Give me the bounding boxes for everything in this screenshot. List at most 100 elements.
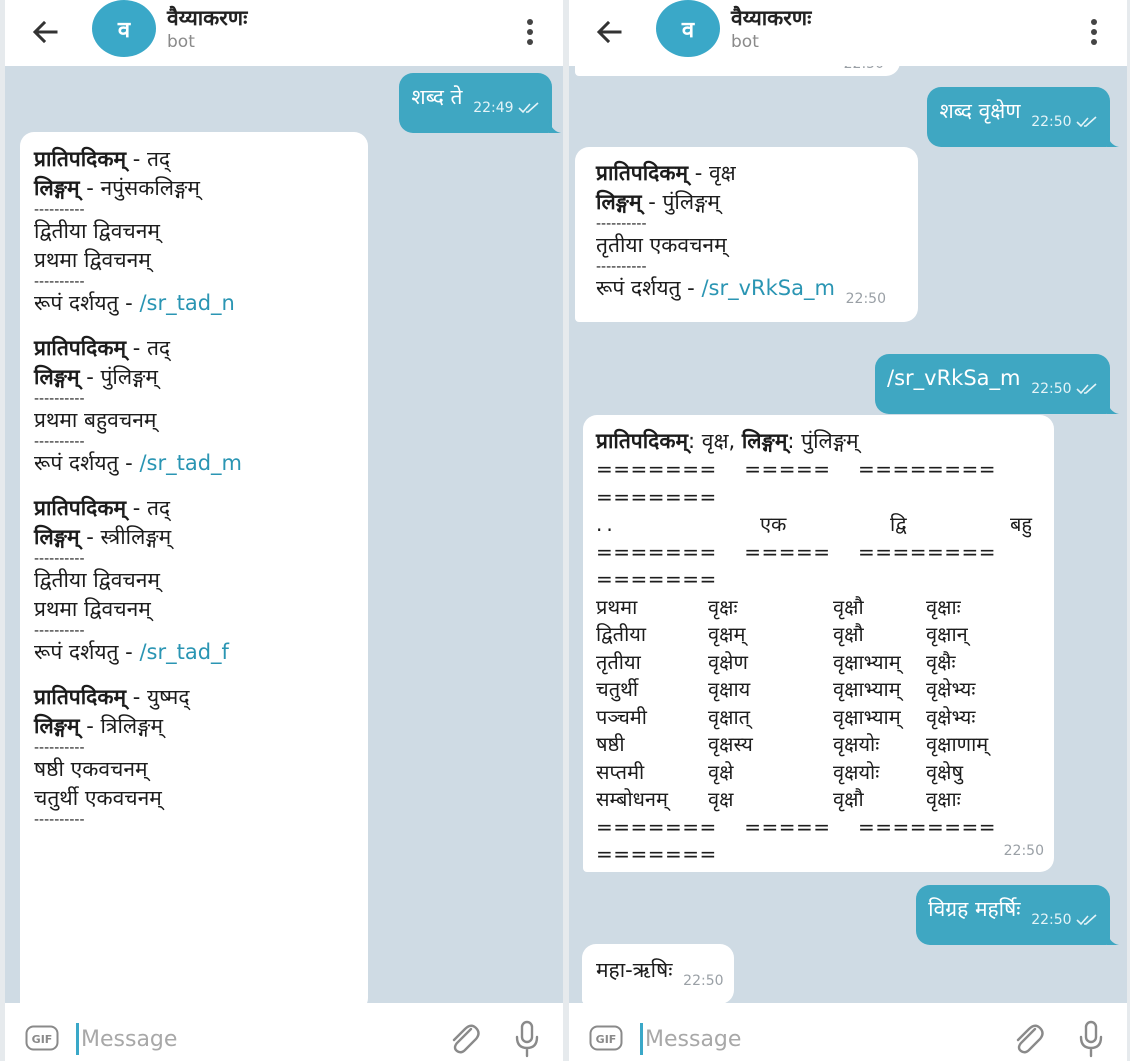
read-ticks-icon [1076,383,1097,395]
svg-text:GIF: GIF [596,1033,617,1046]
outgoing-message[interactable]: शब्द वृक्षेण 22:50 [927,87,1119,147]
message-composer: GIF [5,1003,563,1061]
stem-value: - तद् [126,147,171,171]
message-input[interactable] [79,1021,409,1057]
table-cell: वृक्षौ [833,787,864,811]
chat-pane-right: व वैय्याकरणः bot 22:50 शब्द वृक्षेण 22:5… [569,0,1127,1061]
form-label: तृतीया एकवचनम् [596,233,727,257]
gender-label: लिङ्गम् [596,190,642,214]
stem-label: प्रातिपदिकम् [34,147,127,171]
table-cell: वृक्षात् [708,704,751,729]
table-cell: वृक्षेभ्यः [926,677,976,701]
table-cell: वृक्षे [708,759,734,784]
command-link[interactable]: /sr_tad_f [139,640,228,664]
table-cell: वृक्षयोः [833,759,880,784]
declension-result: प्रातिपदिकम् - तद् लिङ्गम् - पुंलिङ्गम् --… [34,334,354,478]
separator: ---------- [596,216,647,232]
gender-value: - पुंलिङ्गम् [79,365,158,389]
form-label: द्वितीया द्विवचनम् [34,568,160,592]
message-list[interactable]: शब्द ते 22:49 प्रातिपदिकम् - तद् लिङ्गम् … [5,66,563,1003]
table-row: तृतीया वृक्षेण वृक्षाभ्याम् वृक्षैः [596,649,1040,677]
message-text: विग्रह महर्षिः [928,897,1021,921]
attach-icon[interactable] [447,1021,481,1057]
chat-subtitle: bot [731,32,759,52]
incoming-message[interactable]: प्रातिपदिकम् - तद् लिङ्गम् - नपुंसकलिङ्गम… [20,132,368,1003]
command-link[interactable]: /sr_tad_n [139,291,234,315]
command-link[interactable]: /sr_vRkSa_m [701,276,835,300]
message-time: 22:50 [1031,381,1098,397]
show-forms-label: रूपं दर्शयतु - [34,451,140,475]
chat-title[interactable]: वैय्याकरणः [731,4,811,32]
table-row: प्रथमा वृक्षः वृक्षौ वृक्षाः [596,594,1040,622]
chat-pane-left: व वैय्याकरणः bot शब्द ते 22:49 प्रातिपदि… [5,0,563,1061]
table-row: पञ्चमी वृक्षात् वृक्षाभ्याम् वृक्षेभ्यः [596,704,1040,732]
svg-text:GIF: GIF [32,1033,53,1046]
stem-label: प्रातिपदिकम् [596,429,689,453]
table-cell: वृक्षः [708,594,738,619]
table-cell: वृक्ष [708,787,734,811]
message-time: 22:50 [1031,912,1098,928]
declension-result: प्रातिपदिकम् - तद् लिङ्गम् - स्त्रीलिङ्गम… [34,494,354,667]
stem-label: प्रातिपदिकम् [34,496,127,520]
outgoing-message[interactable]: /sr_vRkSa_m 22:50 [875,354,1119,414]
gender-value: : पुंलिङ्गम् [787,429,859,453]
command-link[interactable]: /sr_tad_m [139,451,242,475]
read-ticks-icon [1076,116,1097,128]
incoming-message[interactable]: प्रातिपदिकम् - वृक्ष लिङ्गम् - पुंलिङ्गम… [575,147,918,322]
back-arrow-icon[interactable] [25,12,65,52]
table-cell: वृक्षस्य [708,732,753,756]
more-options-icon[interactable] [520,14,540,50]
declension-result-list: प्रातिपदिकम् - तद् लिङ्गम् - नपुंसकलिङ्गम… [34,145,354,827]
message-input[interactable] [643,1021,973,1057]
chat-title[interactable]: वैय्याकरणः [167,4,247,32]
gif-icon[interactable]: GIF [25,1025,59,1051]
attach-icon[interactable] [1011,1021,1045,1057]
form-label: चतुर्थी एकवचनम् [34,786,162,810]
table-cell: पञ्चमी [596,704,647,729]
microphone-icon[interactable] [1077,1019,1105,1059]
read-ticks-icon [518,102,539,114]
avatar[interactable]: व [92,0,156,57]
declension-table-message[interactable]: प्रातिपदिकम्: वृक्ष, लिङ्गम्: पुंलिङ्गम्… [583,415,1054,872]
table-header-row: .. एक द्वि बहु [596,511,1040,539]
bubble-tail [1107,133,1119,147]
gif-icon[interactable]: GIF [589,1025,623,1051]
message-composer: GIF [569,1003,1127,1061]
table-row: द्वितीया वृक्षम् वृक्षौ वृक्षान् [596,621,1040,649]
gender-value: - नपुंसकलिङ्गम् [79,176,200,200]
more-options-icon[interactable] [1084,14,1104,50]
table-cell: वृक्षाणाम् [926,732,989,756]
chat-header: व वैय्याकरणः bot [5,0,563,66]
bubble-tail [549,119,561,133]
incoming-message[interactable]: महा-ऋषिः 22:50 [582,944,734,1003]
back-arrow-icon[interactable] [589,12,629,52]
chat-header: व वैय्याकरणः bot [569,0,1127,66]
gender-value: - पुंलिङ्गम् [641,190,720,214]
table-separator: ======= ===== ======== [596,539,997,564]
stem-value: - तद् [126,496,171,520]
gender-label: लिङ्गम् [34,365,80,389]
table-cell: वृक्षाः [926,594,961,619]
separator: ---------- [34,812,85,828]
form-label: प्रथमा बहुवचनम् [34,408,157,432]
incoming-message-partial[interactable]: 22:50 [575,66,900,76]
avatar[interactable]: व [656,0,720,57]
microphone-icon[interactable] [513,1019,541,1059]
separator: ---------- [34,391,85,407]
outgoing-message[interactable]: शब्द ते 22:49 [399,73,561,133]
form-label: प्रथमा द्विवचनम् [34,248,151,272]
stem-value: - तद् [126,336,171,360]
message-list[interactable]: 22:50 शब्द वृक्षेण 22:50 प्रातिपदिकम् - … [569,66,1127,1003]
message-text: शब्द ते [411,85,463,109]
table-cell: वृक्षौ [833,622,864,646]
table-row: सप्तमी वृक्षे वृक्षयोः वृक्षेषु [596,759,1040,787]
form-label: द्वितीया द्विवचनम् [34,219,160,243]
table-separator: ======= [596,842,717,866]
message-time: 22:50 [1003,843,1044,859]
gender-value: - स्त्रीलिङ्गम् [79,525,172,549]
table-separator: ======= [596,484,717,509]
outgoing-message[interactable]: विग्रह महर्षिः 22:50 [916,885,1119,945]
table-row: षष्ठी वृक्षस्य वृक्षयोः वृक्षाणाम् [596,731,1040,759]
table-cell: तृतीया [596,649,641,674]
message-time: 22:49 [473,100,540,116]
